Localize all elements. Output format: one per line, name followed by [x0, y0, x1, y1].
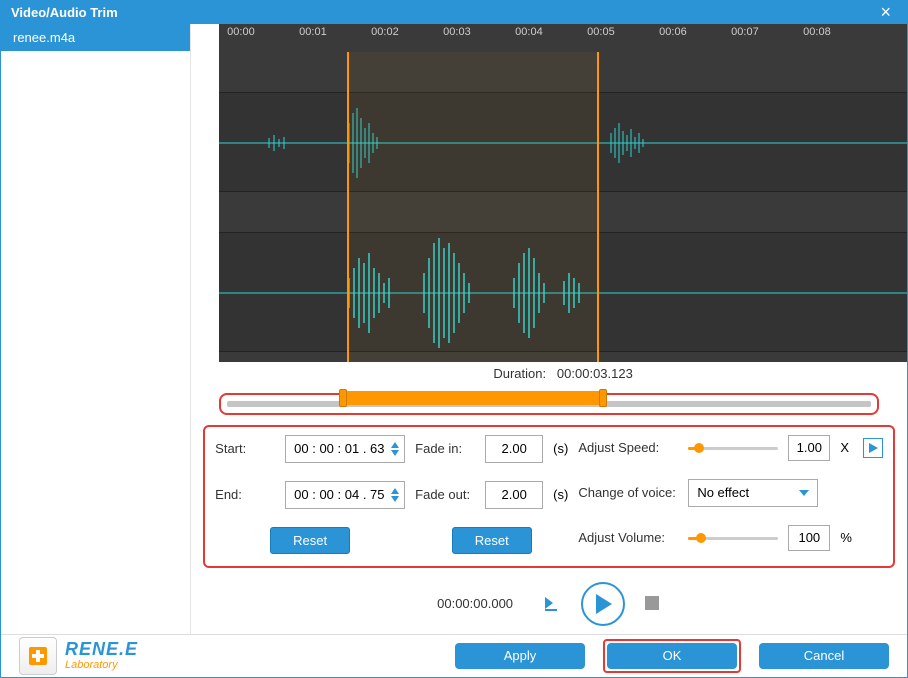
- apply-button[interactable]: Apply: [455, 643, 585, 669]
- fadeout-input[interactable]: [485, 481, 543, 509]
- duration-value: 00:00:03.123: [557, 366, 633, 381]
- speed-slider[interactable]: [688, 441, 778, 455]
- volume-label: Adjust Volume:: [578, 530, 678, 545]
- volume-input[interactable]: [788, 525, 830, 551]
- tick-label: 00:04: [515, 26, 543, 38]
- voice-select[interactable]: No effect: [688, 479, 818, 507]
- start-label: Start:: [215, 441, 275, 456]
- fadein-input[interactable]: [485, 435, 543, 463]
- spinner-up-icon[interactable]: [390, 487, 400, 495]
- main-panel: 00:00 00:01 00:02 00:03 00:04 00:05 00:0…: [191, 24, 907, 634]
- tick-label: 00:00: [227, 26, 255, 38]
- fadeout-label: Fade out:: [415, 487, 475, 502]
- footer: RENE.E Laboratory Apply OK Cancel: [1, 634, 907, 677]
- titlebar: Video/Audio Trim ×: [1, 1, 907, 24]
- file-list-item[interactable]: renee.m4a: [1, 24, 190, 51]
- logo-icon: [19, 637, 57, 675]
- reset-trim-button[interactable]: Reset: [270, 527, 350, 554]
- tick-label: 00:01: [299, 26, 327, 38]
- waveform-area[interactable]: [219, 52, 907, 362]
- end-time-input[interactable]: [285, 481, 405, 509]
- end-time-field[interactable]: [294, 487, 384, 502]
- fade-unit: (s): [553, 487, 568, 502]
- ok-button[interactable]: OK: [607, 643, 737, 669]
- stop-button[interactable]: [645, 596, 661, 612]
- fadein-label: Fade in:: [415, 441, 475, 456]
- body: renee.m4a 00:00 00:01 00:02 00:03 00:04 …: [1, 24, 907, 634]
- window-title: Video/Audio Trim: [11, 5, 118, 20]
- spinner-up-icon[interactable]: [390, 441, 400, 449]
- trim-selection[interactable]: [347, 52, 599, 362]
- tick-label: 00:06: [659, 26, 687, 38]
- volume-unit: %: [840, 530, 852, 545]
- brand-name: RENE.E: [65, 640, 138, 658]
- tick-label: 00:02: [371, 26, 399, 38]
- tick-label: 00:05: [587, 26, 615, 38]
- spinner-down-icon[interactable]: [390, 495, 400, 503]
- fade-unit: (s): [553, 441, 568, 456]
- spinner-down-icon[interactable]: [390, 449, 400, 457]
- brand-logo: RENE.E Laboratory: [19, 637, 138, 675]
- trim-column: Start: End:: [215, 435, 405, 554]
- cancel-button[interactable]: Cancel: [759, 643, 889, 669]
- plus-icon: [25, 643, 51, 669]
- preview-speed-button[interactable]: [863, 438, 883, 458]
- file-sidebar: renee.m4a: [1, 24, 191, 634]
- fade-column: Fade in: (s) Fade out: (s) Reset: [415, 435, 568, 554]
- seek-selection: [343, 391, 603, 405]
- duration-label: Duration:: [493, 366, 546, 381]
- start-time-field[interactable]: [294, 441, 384, 456]
- tick-label: 00:08: [803, 26, 831, 38]
- footer-buttons: Apply OK Cancel: [455, 639, 889, 673]
- play-button[interactable]: [581, 582, 625, 626]
- controls-box: Start: End:: [203, 425, 895, 568]
- timeline-ruler: 00:00 00:01 00:02 00:03 00:04 00:05 00:0…: [219, 24, 907, 52]
- speed-unit: X: [840, 440, 849, 455]
- chevron-down-icon: [799, 490, 809, 496]
- adjust-column: Adjust Speed: X Change of voi: [578, 435, 883, 554]
- playback-time: 00:00:00.000: [437, 596, 513, 611]
- voice-label: Change of voice:: [578, 485, 678, 500]
- seek-handle-start[interactable]: [339, 389, 347, 407]
- close-icon[interactable]: ×: [874, 2, 897, 23]
- playback-bar: 00:00:00.000: [191, 568, 907, 634]
- brand-sub: Laboratory: [65, 660, 138, 671]
- speed-label: Adjust Speed:: [578, 440, 678, 455]
- goto-end-icon[interactable]: [543, 595, 561, 613]
- tick-label: 00:07: [731, 26, 759, 38]
- seek-bar[interactable]: [219, 393, 879, 415]
- start-time-input[interactable]: [285, 435, 405, 463]
- tick-label: 00:03: [443, 26, 471, 38]
- end-label: End:: [215, 487, 275, 502]
- app-window: Video/Audio Trim × renee.m4a 00:00 00:01…: [0, 0, 908, 678]
- voice-value: No effect: [697, 485, 749, 500]
- speed-input[interactable]: [788, 435, 830, 461]
- play-icon: [594, 594, 612, 614]
- duration-row: Duration: 00:00:03.123: [219, 362, 907, 385]
- seek-handle-end[interactable]: [599, 389, 607, 407]
- play-icon: [868, 443, 878, 453]
- reset-fade-button[interactable]: Reset: [452, 527, 532, 554]
- volume-slider[interactable]: [688, 531, 778, 545]
- ok-highlight: OK: [603, 639, 741, 673]
